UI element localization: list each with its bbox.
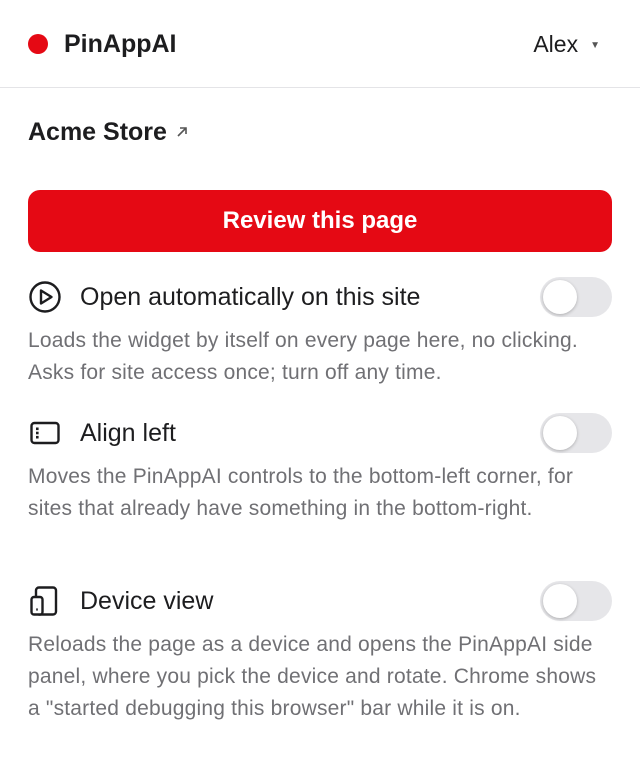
- toggle-knob: [543, 416, 577, 450]
- option-device-view: Device view Reloads the page as a device…: [28, 581, 612, 725]
- panel-left-icon: [28, 416, 62, 450]
- play-circle-icon: [28, 280, 62, 314]
- app-name: PinAppAI: [64, 30, 177, 58]
- align-left-toggle[interactable]: [540, 413, 612, 453]
- brand: PinAppAI: [28, 27, 177, 61]
- open-automatically-toggle[interactable]: [540, 277, 612, 317]
- option-align-left: Align left Moves the PinAppAI controls t…: [28, 413, 612, 525]
- review-page-button[interactable]: Review this page: [28, 190, 612, 252]
- option-label: Align left: [80, 419, 176, 447]
- option-open-automatically: Open automatically on this site Loads th…: [28, 277, 612, 389]
- header: PinAppAI Alex ▼: [0, 0, 640, 88]
- device-view-toggle[interactable]: [540, 581, 612, 621]
- user-name: Alex: [533, 31, 579, 57]
- caret-down-icon: ▼: [590, 39, 600, 51]
- toggle-knob: [543, 584, 577, 618]
- site-link[interactable]: Acme Store: [28, 117, 189, 147]
- option-description: Moves the PinAppAI controls to the botto…: [28, 465, 574, 520]
- option-description: Reloads the page as a device and opens t…: [28, 633, 597, 720]
- toggle-knob: [543, 280, 577, 314]
- option-label: Device view: [80, 587, 214, 615]
- option-description: Loads the widget by itself on every page…: [28, 329, 578, 384]
- device-icon: [28, 584, 62, 618]
- brand-dot-icon: [28, 34, 48, 54]
- site-name: Acme Store: [28, 118, 167, 146]
- external-link-icon: [177, 127, 187, 137]
- user-menu[interactable]: Alex ▼: [533, 30, 600, 58]
- option-label: Open automatically on this site: [80, 283, 421, 311]
